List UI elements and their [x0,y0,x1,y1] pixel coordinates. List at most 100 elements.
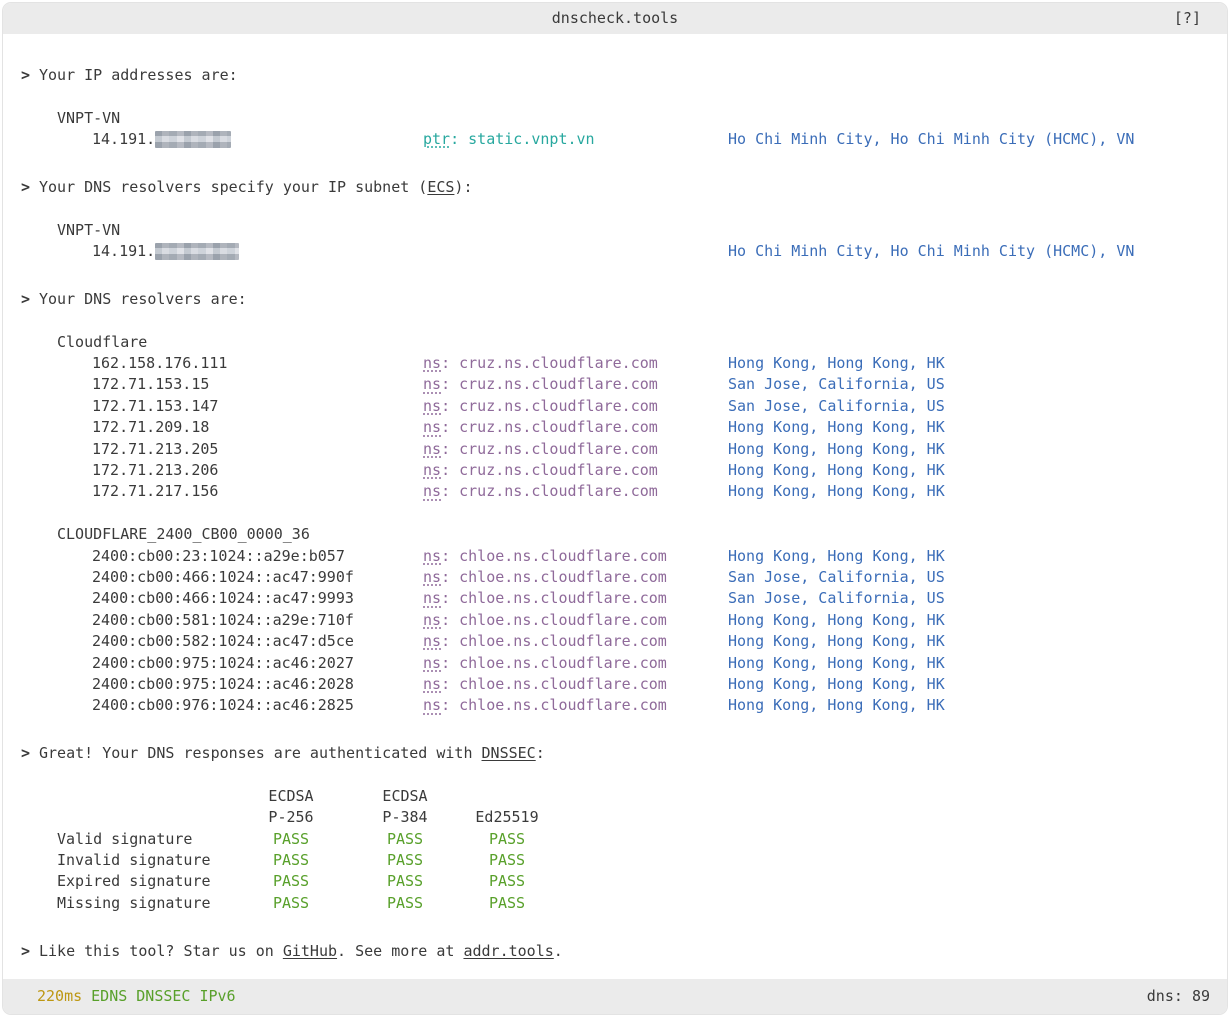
ns-record: ns: chloe.ns.cloudflare.com [423,567,667,588]
ns-abbr: ns [423,632,441,650]
ns-record: ns: chloe.ns.cloudflare.com [423,610,667,631]
test-label: Expired signature [57,871,211,892]
ns-host: chloe.ns.cloudflare.com [459,568,667,586]
section-ecs: >Your DNS resolvers specify your IP subn… [21,177,1209,284]
resolver-row: 2400:cb00:582:1024::ac47:d5cens: chloe.n… [21,631,1209,652]
resolver-ip: 172.71.209.18 [92,417,209,438]
resolver-ip: 2400:cb00:581:1024::a29e:710f [92,610,354,631]
prompt-char: > [21,743,39,764]
geo-location: Ho Chi Minh City, Ho Chi Minh City (HCMC… [728,241,1134,262]
resolver-location: Hong Kong, Hong Kong, HK [728,417,945,438]
ns-abbr: ns [423,418,441,436]
ns-abbr: ns [423,375,441,393]
ns-record: ns: chloe.ns.cloudflare.com [423,588,667,609]
resolver-row: 2400:cb00:466:1024::ac47:9993ns: chloe.n… [21,588,1209,609]
ns-abbr: ns [423,547,441,565]
resolver-row: 172.71.153.15ns: cruz.ns.cloudflare.comS… [21,374,1209,395]
ns-record: ns: cruz.ns.cloudflare.com [423,460,658,481]
test-label: Invalid signature [57,850,211,871]
help-button[interactable]: [?] [1174,3,1201,34]
section-resolvers: >Your DNS resolvers are: Cloudflare 162.… [21,289,1209,738]
ns-host: cruz.ns.cloudflare.com [459,354,658,372]
network-group: VNPT-VN [21,220,1209,241]
resolver-ip: 162.158.176.111 [92,353,227,374]
column-header: ECDSA [246,786,336,807]
ns-host: cruz.ns.cloudflare.com [459,440,658,458]
dnscheck-window: dnscheck.tools [?] >Your IP addresses ar… [2,2,1228,1015]
test-label: Missing signature [57,893,211,914]
resolver-ip: 2400:cb00:582:1024::ac47:d5ce [92,631,354,652]
resolver-row: 172.71.217.156ns: cruz.ns.cloudflare.com… [21,481,1209,502]
dns-query-count: 89 [1192,987,1210,1005]
resolver-row: 2400:cb00:23:1024::a29e:b057 ns: chloe.ns… [21,546,1209,567]
ns-record: ns: cruz.ns.cloudflare.com [423,353,658,374]
ns-record: ns: chloe.ns.cloudflare.com [423,674,667,695]
ptr-abbr: ptr [423,130,450,148]
ns-host: cruz.ns.cloudflare.com [459,418,658,436]
ns-record: ns: chloe.ns.cloudflare.com [423,653,667,674]
resolver-ip: 2400:cb00:975:1024::ac46:2028 [92,674,354,695]
resolver-row: 2400:cb00:976:1024::ac46:2825ns: chloe.n… [21,695,1209,716]
ip-row: 14.191. ptr: static.vnpt.vn Ho Chi Minh … [21,129,1209,150]
ns-record: ns: cruz.ns.cloudflare.com [423,417,658,438]
ns-host: chloe.ns.cloudflare.com [459,589,667,607]
network-name: VNPT-VN [57,220,120,241]
ns-abbr: ns [423,461,441,479]
resolver-group: CLOUDFLARE_2400_CB00_0000_36 [21,524,1209,545]
prompt-char: > [21,177,39,198]
github-link[interactable]: GitHub [283,942,337,960]
prompt-line: >Great! Your DNS responses are authentic… [21,743,1209,764]
ns-host: chloe.ns.cloudflare.com [459,632,667,650]
dnssec-test-row: Invalid signature PASS PASS PASS [21,850,1209,871]
test-result: PASS [360,850,450,871]
page-title: dnscheck.tools [552,8,678,29]
ip-prefix: 14.191. [92,242,155,260]
ns-record: ns: chloe.ns.cloudflare.com [423,546,667,567]
ns-abbr: ns [423,354,441,372]
prompt-char: > [21,941,39,962]
test-result: PASS [462,850,552,871]
ns-host: chloe.ns.cloudflare.com [459,675,667,693]
resolver-group: Cloudflare [21,332,1209,353]
test-result: PASS [246,871,336,892]
resolver-location: Hong Kong, Hong Kong, HK [728,631,945,652]
column-header: P-384 [360,807,450,828]
ns-record: ns: chloe.ns.cloudflare.com [423,695,667,716]
resolver-ip: 172.71.213.205 [92,439,218,460]
resolver-row: 172.71.213.206ns: cruz.ns.cloudflare.com… [21,460,1209,481]
resolver-row: 172.71.153.147ns: cruz.ns.cloudflare.com… [21,396,1209,417]
flag-edns: EDNS [91,986,127,1007]
resolver-group-name: Cloudflare [57,332,147,353]
dnssec-test-row: Missing signaturePASSPASSPASS [21,893,1209,914]
test-result: PASS [462,829,552,850]
ecs-link[interactable]: ECS [427,178,454,196]
test-result: PASS [462,871,552,892]
ns-host: cruz.ns.cloudflare.com [459,375,658,393]
resolver-location: Hong Kong, Hong Kong, HK [728,460,945,481]
redacted-ip-block [155,131,231,148]
ns-record: ns: cruz.ns.cloudflare.com [423,396,658,417]
test-result: PASS [360,829,450,850]
resolver-location: Hong Kong, Hong Kong, HK [728,610,945,631]
section-dnssec: >Great! Your DNS responses are authentic… [21,743,1209,936]
ns-host: cruz.ns.cloudflare.com [459,482,658,500]
flag-ipv6: IPv6 [199,986,235,1007]
ns-host: chloe.ns.cloudflare.com [459,696,667,714]
dns-query-counter: dns: 89 [1147,986,1210,1007]
test-label: Valid signature [57,829,192,850]
resolver-location: San Jose, California, US [728,588,945,609]
ns-record: ns: cruz.ns.cloudflare.com [423,439,658,460]
resolver-location: Hong Kong, Hong Kong, HK [728,546,945,567]
dnssec-header-row2: P-256P-384Ed25519 [21,807,1209,828]
resolver-row: 162.158.176.111 ns: cruz.ns.cloudflare.co… [21,353,1209,374]
dnssec-header-row1: ECDSAECDSA [21,786,1209,807]
dnssec-test-row: Expired signaturePASSPASSPASS [21,871,1209,892]
resolver-row: 2400:cb00:466:1024::ac47:990fns: chloe.n… [21,567,1209,588]
resolver-ip: 172.71.217.156 [92,481,218,502]
resolver-ip: 2400:cb00:23:1024::a29e:b057 [92,546,345,567]
prompt-char: > [21,289,39,310]
addr-tools-link[interactable]: addr.tools [463,942,553,960]
dnssec-link[interactable]: DNSSEC [482,744,536,762]
prompt-line: >Your DNS resolvers are: [21,289,1209,310]
test-result: PASS [246,850,336,871]
